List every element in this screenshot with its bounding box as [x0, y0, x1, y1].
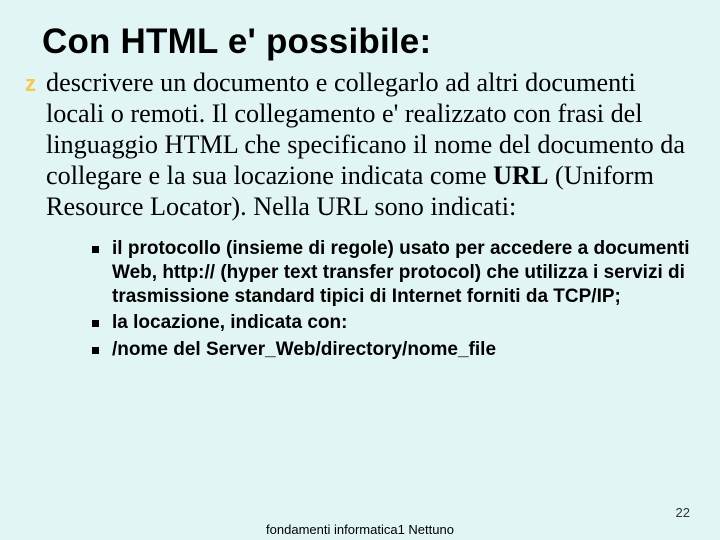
list-item: la locazione, indicata con: [88, 311, 692, 335]
slide-title: Con HTML e' possibile: [42, 22, 692, 62]
footer-center: fondamenti informatica1 Nettuno parte 2 [266, 522, 454, 540]
slide: Con HTML e' possibile: z descrivere un d… [0, 0, 720, 540]
page-number: 22 [676, 505, 690, 520]
sub-bullet-list: il protocollo (insieme di regole) usato … [28, 237, 692, 363]
main-bullet-block: z descrivere un documento e collegarlo a… [28, 68, 692, 362]
footer-line-1: fondamenti informatica1 Nettuno [266, 522, 454, 537]
z-bullet-icon: z [25, 71, 36, 97]
list-item: /nome del Server_Web/directory/nome_file [88, 338, 692, 362]
main-text-bold: URL [493, 161, 548, 190]
main-paragraph: descrivere un documento e collegarlo ad … [28, 68, 692, 223]
list-item: il protocollo (insieme di regole) usato … [88, 237, 692, 310]
